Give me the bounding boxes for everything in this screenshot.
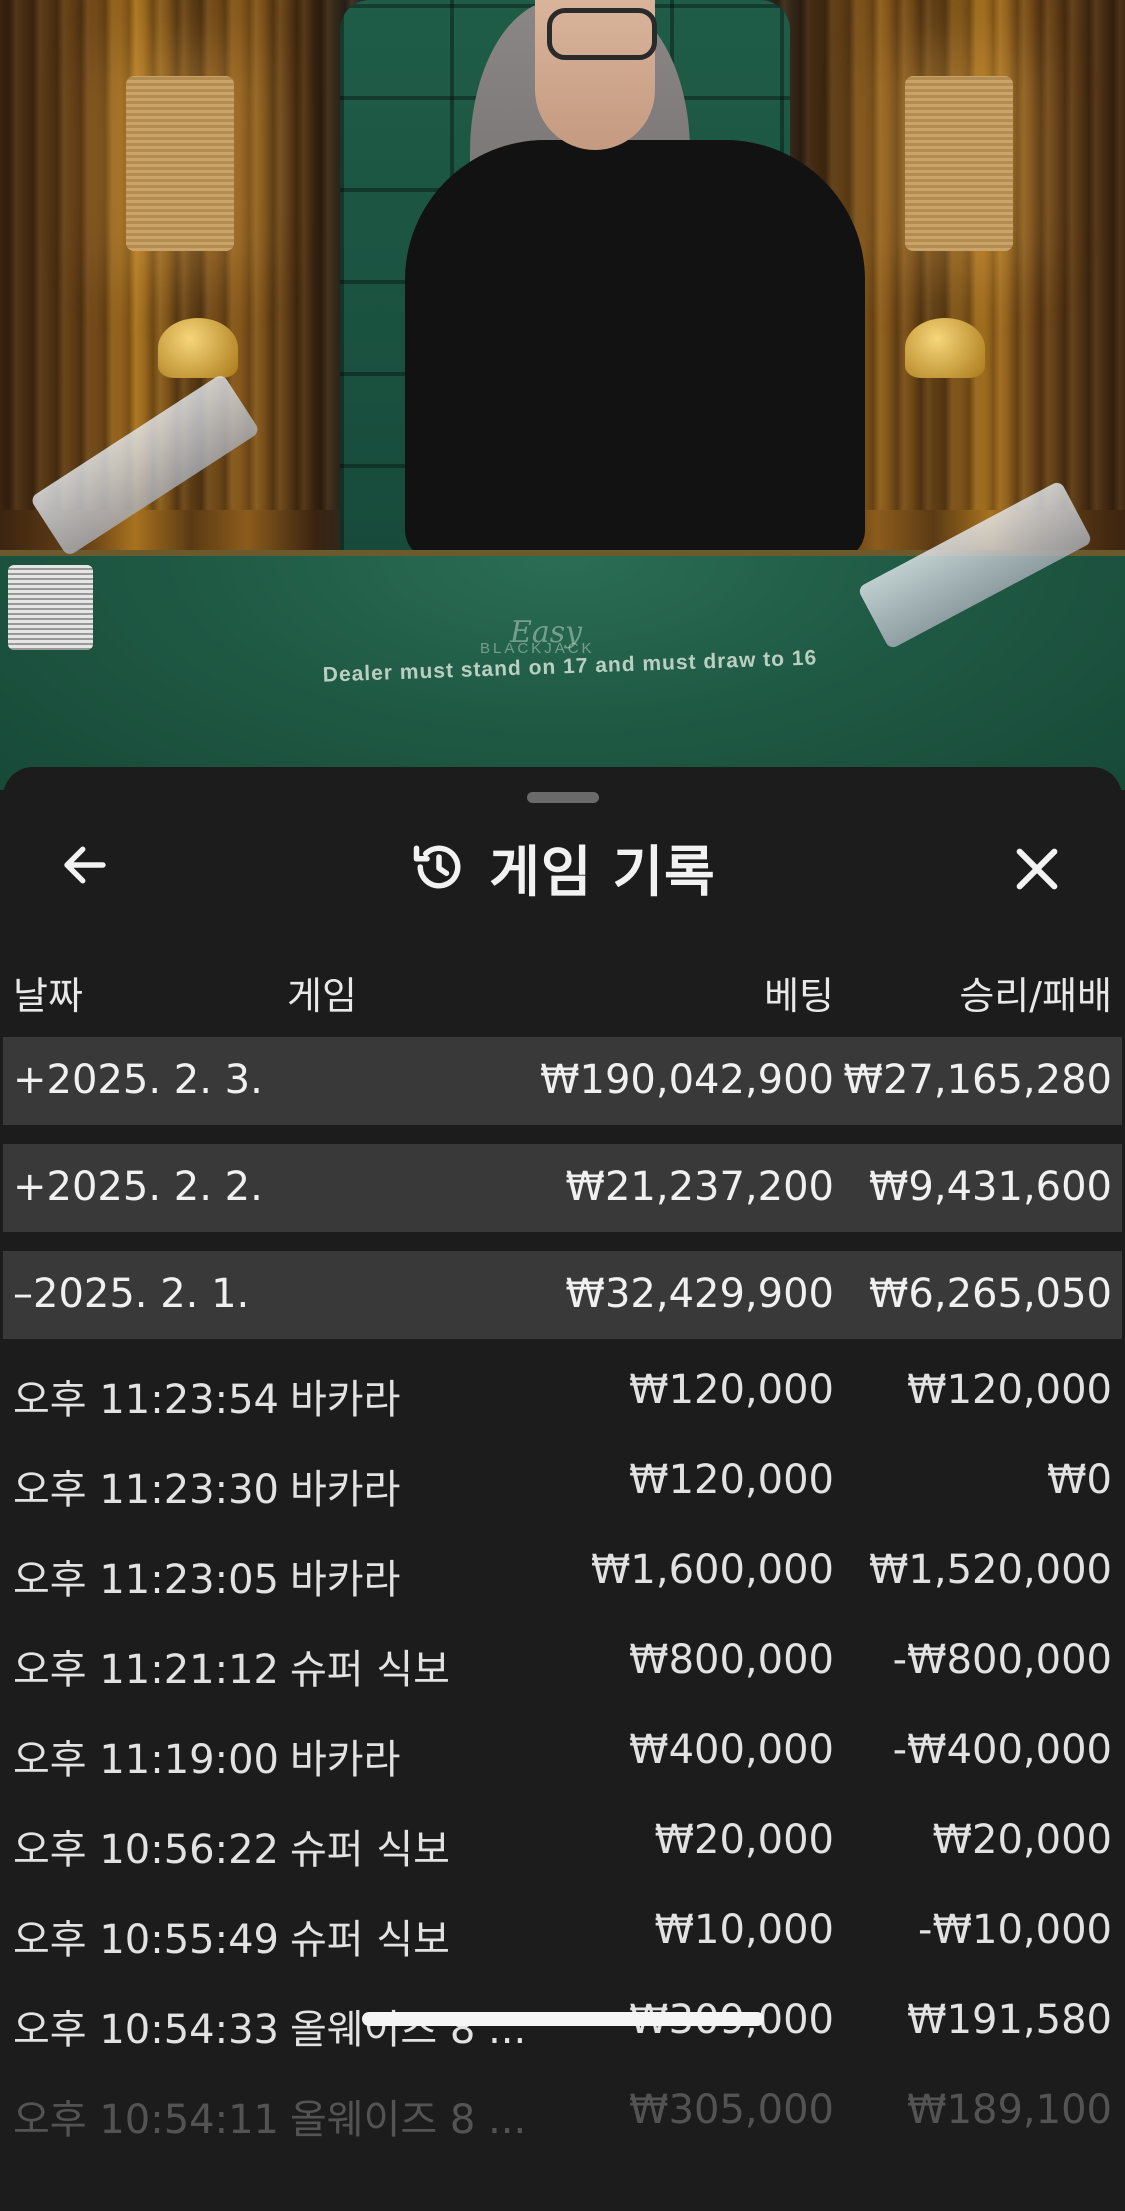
- column-header-bet: 베팅: [764, 974, 834, 1018]
- game-history-sheet: 게임 기록 날짜 게임 베팅 승리/패배 +2025. 2. 3. ₩190,0…: [3, 767, 1122, 2211]
- transaction-win-loss: ₩189,100: [907, 2087, 1112, 2133]
- transaction-bet: ₩20,000: [654, 1817, 834, 1863]
- transaction-time: 오후 11:23:54: [13, 1377, 279, 1423]
- transaction-row[interactable]: 오후 11:23:54 바카라 ₩120,000 ₩120,000: [3, 1347, 1122, 1437]
- day-bet-total: ₩32,429,900: [565, 1271, 834, 1317]
- history-clock-icon: [413, 845, 461, 889]
- transaction-row[interactable]: 오후 11:23:30 바카라 ₩120,000 ₩0: [3, 1437, 1122, 1527]
- close-x-icon: [1016, 848, 1058, 890]
- home-indicator[interactable]: [362, 2012, 764, 2026]
- sheet-grabber[interactable]: [527, 792, 599, 803]
- lamp-base-left: [158, 318, 238, 378]
- transaction-bet: ₩120,000: [629, 1367, 834, 1413]
- lamp-base-right: [905, 318, 985, 378]
- transaction-row[interactable]: 오후 10:55:49 슈퍼 식보 ₩10,000 -₩10,000: [3, 1887, 1122, 1977]
- column-header-row: 날짜 게임 베팅 승리/패배: [3, 957, 1122, 1018]
- day-date: +2025. 2. 2.: [13, 1164, 263, 1210]
- transaction-win-loss: ₩120,000: [907, 1367, 1112, 1413]
- transaction-win-loss: -₩800,000: [892, 1637, 1112, 1683]
- transaction-win-loss: -₩10,000: [918, 1907, 1112, 1953]
- transaction-win-loss: ₩20,000: [932, 1817, 1112, 1863]
- dealer-body: [405, 140, 865, 560]
- transaction-bet: ₩1,600,000: [590, 1547, 834, 1593]
- transaction-time: 오후 11:21:12: [13, 1647, 279, 1693]
- transaction-bet: ₩400,000: [629, 1727, 834, 1773]
- close-button[interactable]: [1003, 835, 1071, 903]
- card-stack: [8, 565, 93, 650]
- day-win-total: ₩9,431,600: [868, 1164, 1112, 1210]
- transaction-win-loss: -₩400,000: [892, 1727, 1112, 1773]
- transaction-time: 오후 10:54:33: [13, 2007, 279, 2053]
- transaction-win-loss: ₩191,580: [907, 1997, 1112, 2043]
- transaction-row[interactable]: 오후 11:19:00 바카라 ₩400,000 -₩400,000: [3, 1707, 1122, 1797]
- transaction-game: 슈퍼 식보: [290, 1917, 450, 1963]
- transaction-bet: ₩10,000: [654, 1907, 834, 1953]
- transaction-game: 바카라: [290, 1737, 401, 1783]
- page-title: 게임 기록: [489, 840, 716, 904]
- transaction-win-loss: ₩1,520,000: [868, 1547, 1112, 1593]
- day-row-collapse[interactable]: –2025. 2. 1. ₩32,429,900 ₩6,265,050: [3, 1251, 1122, 1339]
- day-win-total: ₩27,165,280: [843, 1057, 1112, 1103]
- transaction-game: 올웨이즈 8 ...: [290, 2007, 527, 2053]
- day-date: +2025. 2. 3.: [13, 1057, 263, 1103]
- transaction-time: 오후 11:19:00: [13, 1737, 279, 1783]
- transaction-time: 오후 11:23:05: [13, 1557, 279, 1603]
- transaction-time: 오후 11:23:30: [13, 1467, 279, 1513]
- transaction-bet: ₩120,000: [629, 1457, 834, 1503]
- day-win-total: ₩6,265,050: [868, 1271, 1112, 1317]
- lamp-left: [126, 76, 234, 251]
- day-row-expand[interactable]: +2025. 2. 3. ₩190,042,900 ₩27,165,280: [3, 1037, 1122, 1125]
- day-bet-total: ₩190,042,900: [539, 1057, 834, 1103]
- transaction-bet: ₩800,000: [629, 1637, 834, 1683]
- column-header-date: 날짜: [13, 974, 83, 1018]
- transaction-game: 슈퍼 식보: [290, 1827, 450, 1873]
- transaction-time: 오후 10:55:49: [13, 1917, 279, 1963]
- transaction-game: 바카라: [290, 1467, 401, 1513]
- transaction-row[interactable]: 오후 10:56:22 슈퍼 식보 ₩20,000 ₩20,000: [3, 1797, 1122, 1887]
- day-bet-total: ₩21,237,200: [565, 1164, 834, 1210]
- transaction-game: 바카라: [290, 1557, 401, 1603]
- day-date: –2025. 2. 1.: [13, 1271, 250, 1317]
- column-header-game: 게임: [287, 974, 357, 1018]
- transaction-row[interactable]: 오후 10:54:11 올웨이즈 8 ... ₩305,000 ₩189,100: [3, 2067, 1122, 2157]
- lamp-right: [905, 76, 1013, 251]
- sheet-header: 게임 기록: [3, 827, 1122, 907]
- day-row-expand[interactable]: +2025. 2. 2. ₩21,237,200 ₩9,431,600: [3, 1144, 1122, 1232]
- transaction-time: 오후 10:56:22: [13, 1827, 279, 1873]
- transaction-game: 올웨이즈 8 ...: [290, 2097, 527, 2143]
- live-video-feed: Easy BLACKJACK Dealer must stand on 17 a…: [0, 0, 1125, 790]
- transaction-row[interactable]: 오후 11:21:12 슈퍼 식보 ₩800,000 -₩800,000: [3, 1617, 1122, 1707]
- transaction-row[interactable]: 오후 11:23:05 바카라 ₩1,600,000 ₩1,520,000: [3, 1527, 1122, 1617]
- transaction-game: 슈퍼 식보: [290, 1647, 450, 1693]
- transaction-win-loss: ₩0: [1047, 1457, 1112, 1503]
- transaction-time: 오후 10:54:11: [13, 2097, 279, 2143]
- column-header-win-loss: 승리/패배: [959, 974, 1112, 1018]
- transaction-game: 바카라: [290, 1377, 401, 1423]
- transaction-bet: ₩305,000: [629, 2087, 834, 2133]
- dealer-glasses: [547, 8, 657, 60]
